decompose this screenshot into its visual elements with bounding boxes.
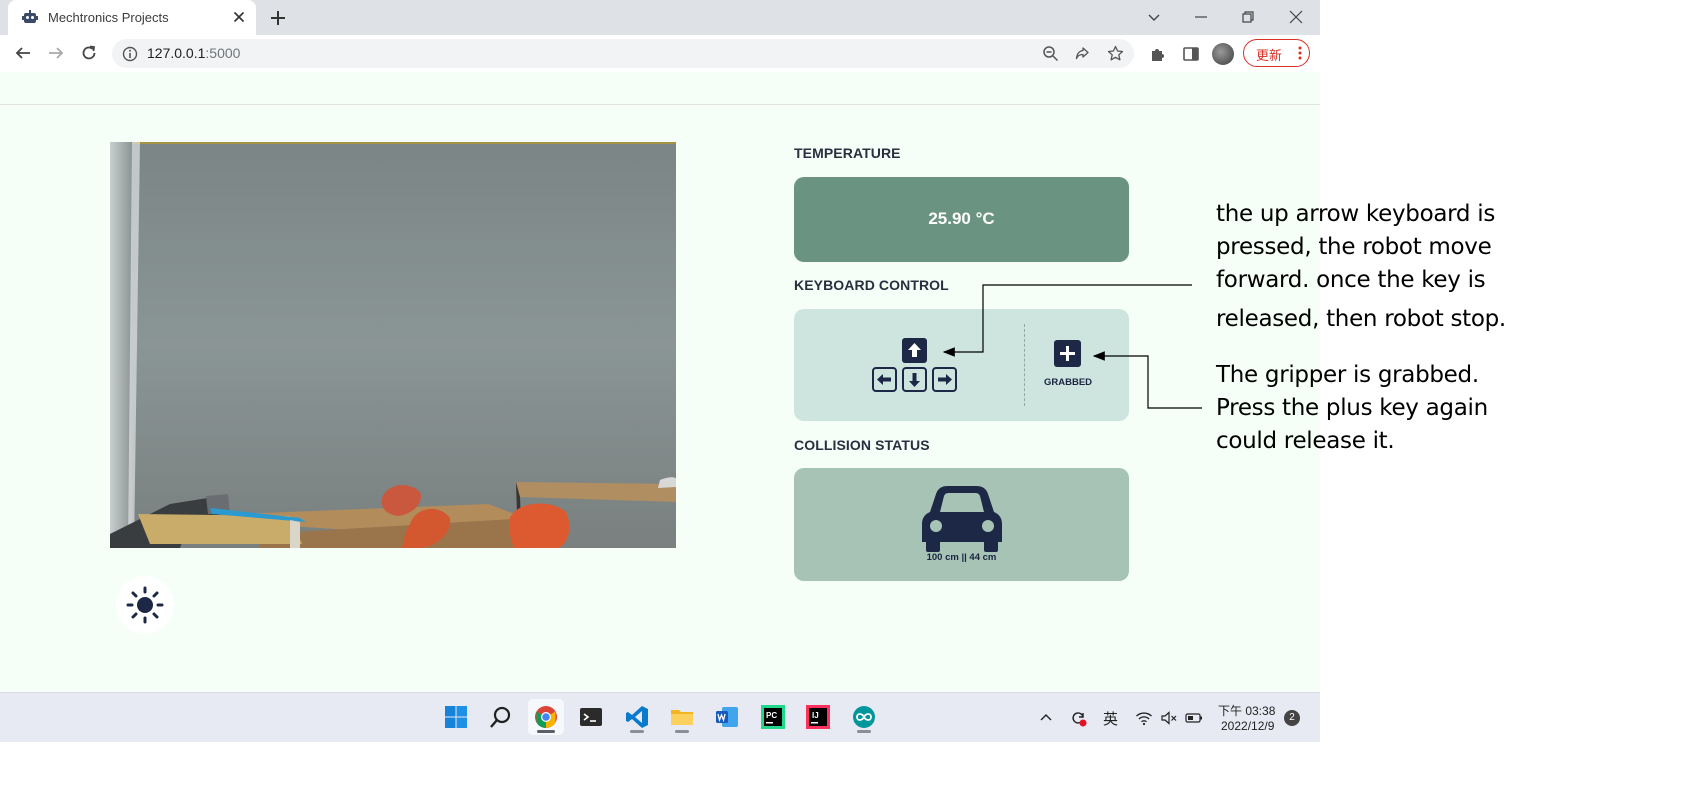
menu-dots-icon xyxy=(1298,46,1302,60)
keyboard-control-card: GRABBED xyxy=(794,309,1129,421)
new-tab-icon[interactable] xyxy=(268,8,288,28)
running-indicator xyxy=(675,730,689,733)
keyboard-control-title: KEYBOARD CONTROL xyxy=(794,277,949,293)
left-arrow-key-icon[interactable] xyxy=(872,367,897,392)
word-icon xyxy=(716,707,738,727)
vscode-icon xyxy=(626,706,648,728)
keyboard-divider xyxy=(1024,324,1025,406)
url-port: :5000 xyxy=(205,45,241,61)
collision-status-card: 100 cm || 44 cm xyxy=(794,468,1129,581)
wifi-icon[interactable] xyxy=(1135,709,1153,727)
taskbar-file-explorer[interactable] xyxy=(664,699,700,735)
temperature-card: 25.90 °C xyxy=(794,177,1129,262)
volume-muted-icon[interactable] xyxy=(1160,709,1178,727)
battery-icon[interactable] xyxy=(1185,709,1203,727)
chrome-icon xyxy=(535,706,557,728)
close-tab-icon[interactable] xyxy=(230,8,248,26)
tab-search-chevron-icon[interactable] xyxy=(1143,6,1165,28)
screenshot: Mechtronics Projects 127.0.0.1:5000 更新 T… xyxy=(0,0,1320,742)
update-button[interactable]: 更新 xyxy=(1243,39,1310,67)
collision-status-title: COLLISION STATUS xyxy=(794,437,930,453)
update-label: 更新 xyxy=(1256,48,1283,63)
profile-avatar[interactable] xyxy=(1212,43,1234,65)
svg-text:PC: PC xyxy=(766,711,777,720)
running-indicator xyxy=(630,730,644,733)
search-icon xyxy=(490,706,511,728)
header-divider xyxy=(0,104,1320,105)
share-icon[interactable] xyxy=(1074,45,1091,62)
extensions-icon[interactable] xyxy=(1149,45,1167,63)
clock-time[interactable]: 下午 03:38 xyxy=(1218,702,1275,719)
taskbar-terminal[interactable] xyxy=(573,699,609,735)
svg-text:IJ: IJ xyxy=(812,711,819,720)
taskbar-chrome[interactable] xyxy=(528,699,564,735)
tab-title: Mechtronics Projects xyxy=(48,10,169,25)
forward-icon[interactable] xyxy=(47,44,65,62)
intellij-icon: IJ xyxy=(806,705,830,729)
temperature-title: TEMPERATURE xyxy=(794,145,901,161)
address-bar[interactable]: 127.0.0.1:5000 xyxy=(112,39,1134,68)
pycharm-icon: PC xyxy=(761,705,785,729)
tab-strip: Mechtronics Projects xyxy=(0,0,1320,35)
arduino-icon xyxy=(853,706,875,728)
car-icon xyxy=(922,486,1002,552)
bookmark-star-icon[interactable] xyxy=(1107,45,1124,62)
taskbar-word[interactable] xyxy=(709,699,745,735)
taskbar: PC IJ 英 下午 03:38 2022/12/9 2 xyxy=(0,692,1320,742)
close-window-icon[interactable] xyxy=(1285,6,1307,28)
url-host: 127.0.0.1 xyxy=(147,45,206,61)
reload-icon[interactable] xyxy=(80,44,98,62)
taskbar-pycharm[interactable]: PC xyxy=(755,699,791,735)
active-indicator xyxy=(537,730,555,733)
annotation-line: could release it. xyxy=(1216,428,1395,454)
plus-key-icon[interactable] xyxy=(1054,340,1081,367)
taskbar-arduino[interactable] xyxy=(846,699,882,735)
back-icon[interactable] xyxy=(14,44,32,62)
url-text[interactable]: 127.0.0.1:5000 xyxy=(147,45,240,61)
side-panel-icon[interactable] xyxy=(1182,45,1200,63)
windows-start-icon xyxy=(445,706,467,728)
sync-icon[interactable] xyxy=(1069,709,1087,727)
annotation-line: released, then robot stop. xyxy=(1216,306,1506,332)
camera-image xyxy=(110,142,676,548)
collision-distances: 100 cm || 44 cm xyxy=(926,552,997,563)
gripper-annotation: The gripper is grabbed. Press the plus k… xyxy=(1216,359,1488,458)
sun-icon xyxy=(126,586,164,624)
arrow-key-annotation: the up arrow keyboard is pressed, the ro… xyxy=(1216,198,1506,336)
annotation-line: pressed, the robot move xyxy=(1216,234,1492,260)
right-arrow-key-icon[interactable] xyxy=(932,367,957,392)
camera-feed xyxy=(110,142,676,548)
annotation-line: Press the plus key again xyxy=(1216,395,1488,421)
taskbar-vscode[interactable] xyxy=(619,699,655,735)
minimize-icon[interactable] xyxy=(1190,6,1212,28)
robot-icon xyxy=(22,10,38,23)
annotation-line: the up arrow keyboard is xyxy=(1216,201,1495,227)
input-method-indicator[interactable]: 英 xyxy=(1103,708,1118,729)
start-button[interactable] xyxy=(438,699,474,735)
taskbar-search[interactable] xyxy=(483,699,519,735)
terminal-icon xyxy=(580,708,602,726)
up-arrow-key-icon[interactable] xyxy=(902,338,927,363)
temperature-value: 25.90 °C xyxy=(928,209,995,228)
annotation-line: The gripper is grabbed. xyxy=(1216,362,1479,388)
gripper-status: GRABBED xyxy=(1043,377,1093,388)
show-hidden-icons-chevron-icon[interactable] xyxy=(1037,709,1055,727)
info-icon[interactable] xyxy=(122,46,138,62)
theme-toggle-button[interactable] xyxy=(116,576,174,634)
browser-tab[interactable]: Mechtronics Projects xyxy=(8,0,256,35)
running-indicator xyxy=(857,730,871,733)
notification-badge[interactable]: 2 xyxy=(1284,710,1300,726)
restore-icon[interactable] xyxy=(1237,6,1259,28)
clock-date[interactable]: 2022/12/9 xyxy=(1221,719,1274,733)
folder-icon xyxy=(671,710,693,725)
annotation-line: forward. once the key is xyxy=(1216,267,1486,293)
down-arrow-key-icon[interactable] xyxy=(902,367,927,392)
zoom-out-icon[interactable] xyxy=(1042,45,1059,62)
browser-toolbar: 127.0.0.1:5000 更新 xyxy=(0,35,1320,72)
taskbar-intellij[interactable]: IJ xyxy=(800,699,836,735)
